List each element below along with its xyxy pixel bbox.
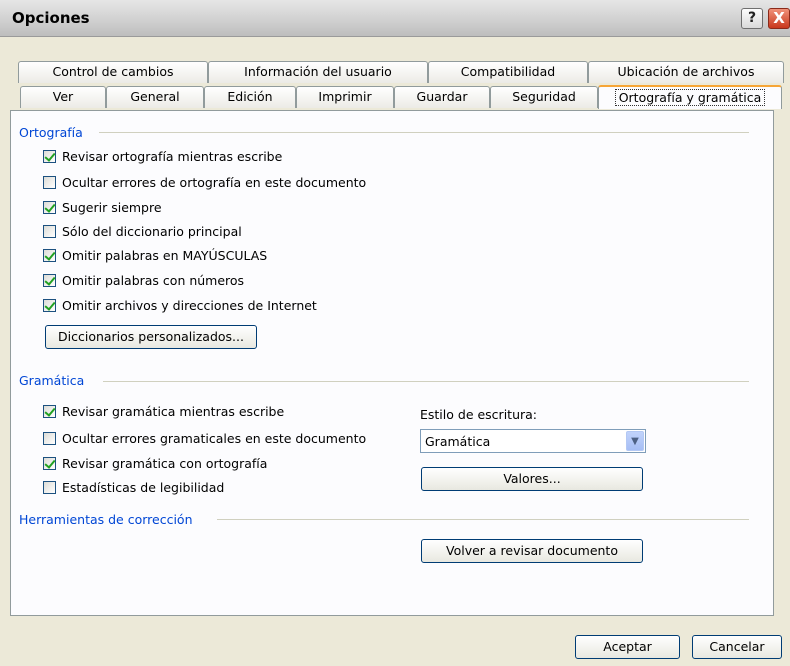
check-omitir-numeros-label: Omitir palabras con números <box>62 273 245 288</box>
cancel-button[interactable]: Cancelar <box>692 635 782 659</box>
check-revisar-gramatica[interactable]: Revisar gramática mientras escribe <box>43 404 284 419</box>
checkbox-icon <box>43 176 56 189</box>
writing-style-label: Estilo de escritura: <box>420 407 537 422</box>
check-gramatica-con-ortografia-label: Revisar gramática con ortografía <box>62 456 268 471</box>
tab-imprimir[interactable]: Imprimir <box>296 86 394 108</box>
tab-compatibilidad[interactable]: Compatibilidad <box>428 61 588 83</box>
checkbox-icon <box>43 249 56 262</box>
check-revisar-gramatica-label: Revisar gramática mientras escribe <box>62 404 285 419</box>
checkbox-icon <box>43 481 56 494</box>
grammar-group-label: Gramática <box>19 373 85 388</box>
window-title: Opciones <box>12 9 90 27</box>
tab-seguridad[interactable]: Seguridad <box>490 86 598 108</box>
checkbox-icon <box>43 150 56 163</box>
settings-button[interactable]: Valores... <box>421 467 643 491</box>
check-ocultar-errores-gramaticales-label: Ocultar errores gramaticales en este doc… <box>62 431 367 446</box>
title-bar: Opciones ? X <box>0 0 790 37</box>
check-sugerir-siempre-label: Sugerir siempre <box>62 200 162 215</box>
custom-dictionaries-button[interactable]: Diccionarios personalizados... <box>45 325 257 349</box>
check-estadisticas-legibilidad[interactable]: Estadísticas de legibilidad <box>43 480 224 495</box>
checkbox-icon <box>43 299 56 312</box>
checkbox-icon <box>43 274 56 287</box>
tab-guardar[interactable]: Guardar <box>394 86 490 108</box>
options-panel: Ortografía Revisar ortografía mientras e… <box>10 110 774 616</box>
check-revisar-ortografia[interactable]: Revisar ortografía mientras escribe <box>43 149 282 164</box>
close-button[interactable]: X <box>768 8 790 29</box>
check-omitir-mayusculas-label: Omitir palabras en MAYÚSCULAS <box>62 248 268 263</box>
grammar-group-divider <box>103 381 749 382</box>
checkbox-icon <box>43 457 56 470</box>
check-solo-diccionario-principal[interactable]: Sólo del diccionario principal <box>43 224 242 239</box>
checkbox-icon <box>43 405 56 418</box>
tab-ver[interactable]: Ver <box>20 86 106 108</box>
check-estadisticas-legibilidad-label: Estadísticas de legibilidad <box>62 480 225 495</box>
chevron-down-icon[interactable]: ▼ <box>626 431 644 451</box>
spelling-group-divider <box>99 132 749 133</box>
checkbox-icon <box>43 201 56 214</box>
writing-style-select[interactable]: Gramática ▼ <box>420 429 646 453</box>
help-button[interactable]: ? <box>741 8 763 29</box>
check-solo-diccionario-principal-label: Sólo del diccionario principal <box>62 224 242 239</box>
tab-ortografia-y-gramatica[interactable]: Ortografía y gramática <box>598 85 782 109</box>
check-omitir-archivos-internet[interactable]: Omitir archivos y direcciones de Interne… <box>43 298 317 313</box>
check-omitir-archivos-internet-label: Omitir archivos y direcciones de Interne… <box>62 298 317 313</box>
tab-edicion[interactable]: Edición <box>204 86 296 108</box>
writing-style-value: Gramática <box>425 434 491 449</box>
check-omitir-numeros[interactable]: Omitir palabras con números <box>43 273 244 288</box>
check-omitir-mayusculas[interactable]: Omitir palabras en MAYÚSCULAS <box>43 248 267 263</box>
recheck-document-button[interactable]: Volver a revisar documento <box>421 539 643 563</box>
tab-control-de-cambios[interactable]: Control de cambios <box>18 61 208 83</box>
check-sugerir-siempre[interactable]: Sugerir siempre <box>43 200 162 215</box>
check-gramatica-con-ortografia[interactable]: Revisar gramática con ortografía <box>43 456 267 471</box>
check-revisar-ortografia-label: Revisar ortografía mientras escribe <box>62 149 283 164</box>
check-ocultar-errores-gramaticales[interactable]: Ocultar errores gramaticales en este doc… <box>43 431 366 446</box>
ok-button[interactable]: Aceptar <box>575 635 680 659</box>
tab-ubicacion-de-archivos[interactable]: Ubicación de archivos <box>588 61 784 83</box>
spelling-group-label: Ortografía <box>19 125 83 140</box>
checkbox-icon <box>43 225 56 238</box>
check-ocultar-errores-ortografia[interactable]: Ocultar errores de ortografía en este do… <box>43 175 366 190</box>
tab-general[interactable]: General <box>106 86 204 108</box>
proofing-group-label: Herramientas de corrección <box>19 512 193 527</box>
checkbox-icon <box>43 432 56 445</box>
tab-informacion-del-usuario[interactable]: Información del usuario <box>208 61 428 83</box>
proofing-group-divider <box>217 519 749 520</box>
check-ocultar-errores-ortografia-label: Ocultar errores de ortografía en este do… <box>62 175 367 190</box>
tab-ortografia-y-gramatica-label: Ortografía y gramática <box>614 89 766 106</box>
